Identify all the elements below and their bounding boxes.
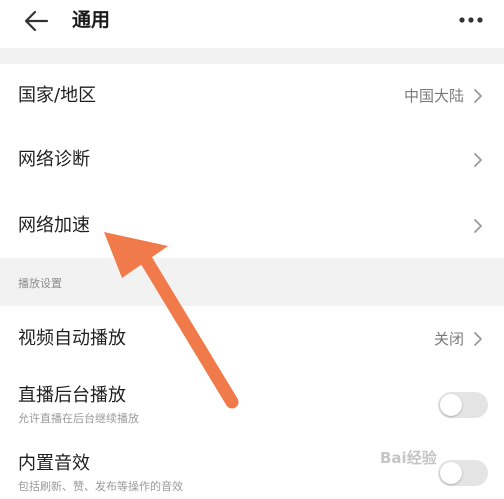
live-background-toggle[interactable]	[438, 392, 488, 418]
header-bar: 通用	[0, 0, 504, 44]
network-acceleration-label: 网络加速	[18, 215, 90, 236]
video-autoplay-row[interactable]: 视频自动播放 关闭	[0, 308, 504, 370]
network-diagnosis-label: 网络诊断	[18, 149, 90, 170]
live-background-label: 直播后台播放	[18, 385, 126, 406]
chevron-right-icon	[474, 332, 482, 346]
live-background-row: 直播后台播放 允许直播在后台继续播放	[0, 372, 504, 434]
playback-section-header	[0, 258, 504, 306]
settings-page: 通用 国家/地区 中国大陆 网络诊断 网络加速 播放设置 视频自动播放 关闭 直…	[0, 0, 504, 499]
builtin-sound-toggle[interactable]	[438, 460, 488, 486]
network-diagnosis-row[interactable]: 网络诊断	[0, 130, 504, 190]
watermark: Bai经验	[380, 449, 437, 467]
section-title: 播放设置	[18, 277, 62, 290]
more-button[interactable]	[454, 10, 488, 30]
region-label: 国家/地区	[18, 85, 97, 106]
builtin-sound-description: 包括刷新、赞、发布等操作的音效	[18, 480, 183, 493]
toggle-knob	[440, 462, 462, 484]
more-horizontal-icon	[459, 17, 483, 23]
section-divider	[0, 48, 504, 64]
video-autoplay-label: 视频自动播放	[18, 328, 126, 349]
arrow-left-icon	[24, 10, 49, 32]
chevron-right-icon	[474, 219, 482, 233]
network-acceleration-row[interactable]: 网络加速	[0, 196, 504, 256]
chevron-right-icon	[474, 153, 482, 167]
back-button[interactable]	[22, 8, 50, 34]
region-row[interactable]: 国家/地区 中国大陆	[0, 66, 504, 126]
video-autoplay-value: 关闭	[433, 330, 464, 348]
region-value: 中国大陆	[403, 87, 464, 105]
toggle-knob	[440, 394, 462, 416]
page-title: 通用	[72, 9, 111, 31]
live-background-description: 允许直播在后台继续播放	[18, 412, 139, 425]
chevron-right-icon	[474, 89, 482, 103]
builtin-sound-label: 内置音效	[18, 453, 90, 474]
